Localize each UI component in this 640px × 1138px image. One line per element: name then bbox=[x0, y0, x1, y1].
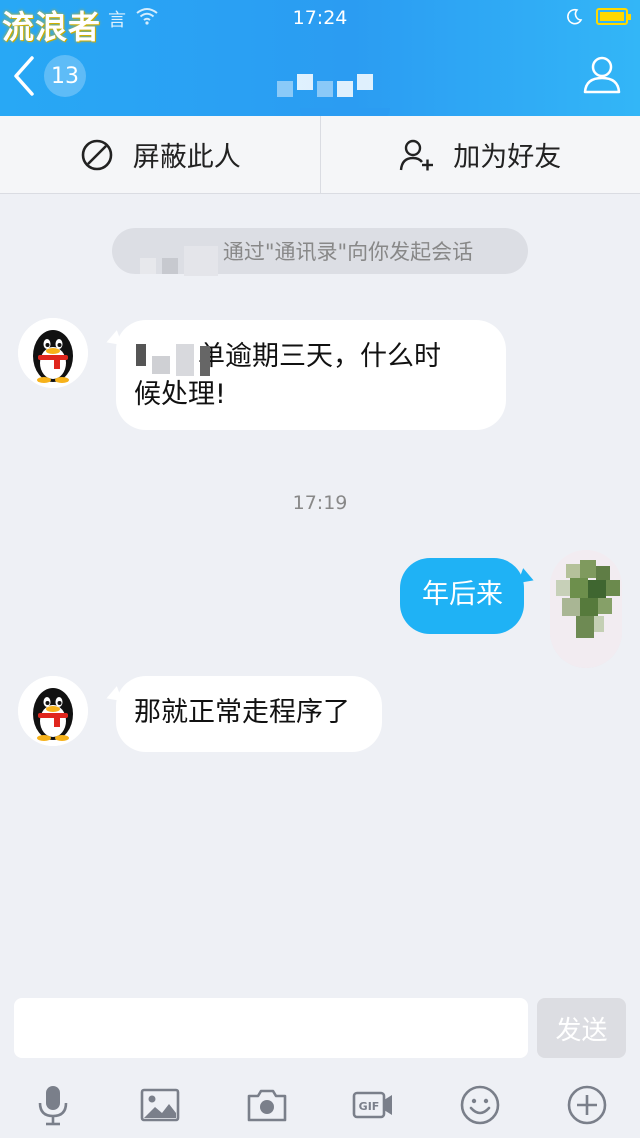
add-person-icon bbox=[400, 139, 434, 170]
chevron-left-icon bbox=[14, 56, 34, 96]
microphone-icon bbox=[39, 1086, 68, 1126]
contact-avatar[interactable] bbox=[18, 318, 88, 388]
voice-button[interactable] bbox=[31, 1083, 75, 1127]
redacted-patch bbox=[140, 236, 218, 276]
penguin-avatar-icon bbox=[18, 318, 88, 388]
message-text-line: 候处理! bbox=[134, 379, 226, 410]
moon-icon bbox=[567, 8, 583, 25]
message-text-line: 单逾期三天，什么时 bbox=[198, 341, 441, 372]
camera-button[interactable] bbox=[245, 1083, 289, 1127]
more-button[interactable] bbox=[565, 1083, 609, 1127]
message-input[interactable] bbox=[14, 998, 528, 1058]
image-button[interactable] bbox=[138, 1083, 182, 1127]
contact-name-redacted bbox=[260, 58, 390, 102]
block-user-label: 屏蔽此人 bbox=[132, 142, 241, 173]
title-bar: 流浪者 言 17:24 13 bbox=[0, 0, 640, 122]
redacted-patch bbox=[136, 344, 210, 376]
unread-count-badge: 13 bbox=[44, 55, 86, 97]
gif-icon: GIF bbox=[352, 1091, 393, 1119]
gif-button[interactable]: GIF bbox=[351, 1083, 395, 1127]
message-timestamp: 17:19 bbox=[292, 492, 348, 514]
input-toolbar: GIF bbox=[0, 1072, 640, 1138]
block-icon bbox=[81, 139, 113, 170]
send-button[interactable]: 发送 bbox=[537, 998, 626, 1058]
message-text: 年后来 bbox=[422, 579, 503, 610]
svg-text:GIF: GIF bbox=[359, 1100, 380, 1113]
self-avatar[interactable] bbox=[550, 550, 622, 668]
emoji-icon bbox=[460, 1085, 500, 1125]
battery-icon bbox=[596, 8, 631, 25]
penguin-avatar-icon bbox=[18, 676, 88, 746]
status-time: 17:24 bbox=[292, 7, 348, 29]
image-icon bbox=[140, 1088, 180, 1122]
person-icon[interactable] bbox=[580, 52, 624, 96]
message-text: 那就正常走程序了 bbox=[134, 697, 350, 728]
message-bubble-outgoing[interactable]: 年后来 bbox=[400, 558, 524, 634]
action-bar: 屏蔽此人 加为好友 bbox=[0, 116, 640, 194]
contact-avatar[interactable] bbox=[18, 676, 88, 746]
add-friend-button[interactable]: 加为好友 bbox=[319, 116, 640, 193]
camera-icon bbox=[247, 1089, 286, 1122]
plus-icon bbox=[567, 1085, 606, 1125]
add-friend-label: 加为好友 bbox=[453, 142, 562, 173]
message-bubble-incoming[interactable]: 那就正常走程序了 bbox=[116, 676, 382, 752]
blurred-avatar-image bbox=[550, 550, 622, 668]
back-button[interactable]: 13 bbox=[10, 54, 90, 98]
block-user-button[interactable]: 屏蔽此人 bbox=[0, 116, 320, 193]
emoji-button[interactable] bbox=[458, 1083, 502, 1127]
